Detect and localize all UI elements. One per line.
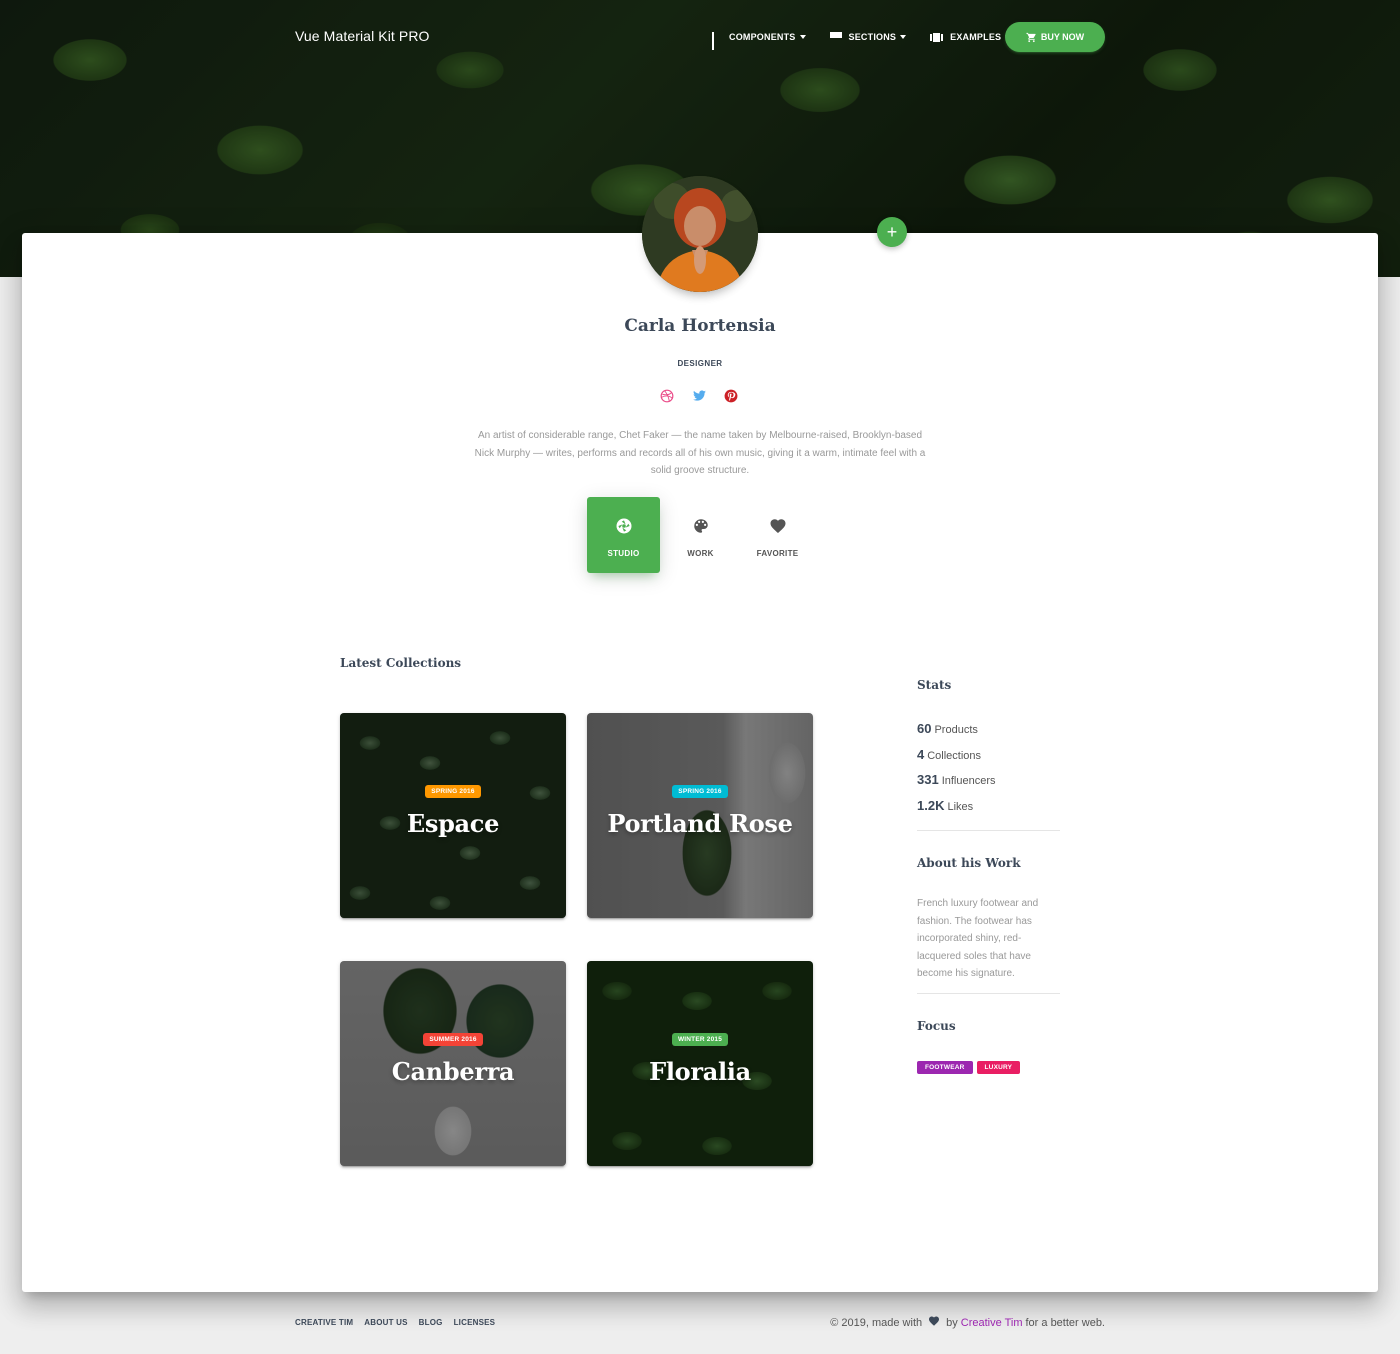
nav-sections-label: SECTIONS — [848, 32, 897, 42]
tab-work-label: WORK — [687, 549, 714, 558]
copyright-by: by — [946, 1316, 958, 1329]
stat-influencers: 331 Influencers — [917, 771, 996, 797]
pinterest-icon[interactable] — [724, 389, 740, 405]
collection-badge: SPRING 2016 — [672, 785, 728, 798]
collection-badge: WINTER 2015 — [671, 1033, 729, 1046]
tab-work[interactable]: WORK — [664, 497, 737, 573]
favorite-icon — [769, 517, 787, 535]
tab-favorite-label: FAVORITE — [756, 549, 799, 558]
dribbble-icon[interactable] — [660, 389, 676, 405]
tag-luxury[interactable]: LUXURY — [976, 1061, 1021, 1074]
nav-menu: COMPONENTS SECTIONS EXAMPLES — [712, 22, 1035, 52]
collection-card-floralia[interactable]: WINTER 2015 Floralia — [587, 961, 813, 1166]
sections-icon — [829, 32, 842, 42]
divider — [917, 993, 1060, 994]
palette-icon — [692, 517, 710, 535]
stats-title: Stats — [917, 678, 952, 692]
buy-now-label: BUY NOW — [1040, 32, 1085, 42]
collection-card-portland-rose[interactable]: SPRING 2016 Portland Rose — [587, 713, 813, 918]
collection-badge: SPRING 2016 — [425, 785, 481, 798]
stat-label: Products — [934, 724, 978, 736]
profile-bio: An artist of considerable range, Chet Fa… — [474, 430, 926, 476]
focus-tags: FOOTWEAR LUXURY — [917, 1061, 1024, 1074]
stat-likes: 1.2K Likes — [917, 797, 996, 823]
stat-collections: 4 Collections — [917, 746, 996, 772]
footer-link-blog[interactable]: BLOG — [419, 1318, 443, 1327]
nav-examples[interactable]: EXAMPLES — [930, 32, 1012, 42]
nav-components[interactable]: COMPONENTS — [712, 32, 806, 50]
avatar — [642, 176, 758, 292]
copyright-prefix: © 2019, made with — [830, 1316, 923, 1329]
about-text: French luxury footwear and fashion. The … — [917, 898, 1039, 979]
nav-components-label: COMPONENTS — [729, 32, 796, 42]
collection-title: Espace — [406, 809, 500, 838]
tab-favorite[interactable]: FAVORITE — [741, 497, 814, 573]
profile-tabs: STUDIO WORK FAVORITE — [587, 497, 818, 573]
copyright-suffix: for a better web. — [1025, 1316, 1106, 1329]
add-button[interactable]: + — [877, 217, 907, 247]
footer-link-about-us[interactable]: ABOUT US — [364, 1318, 407, 1327]
stat-value: 1.2K — [917, 797, 945, 813]
collection-card-canberra[interactable]: SUMMER 2016 Canberra — [340, 961, 566, 1166]
tag-footwear[interactable]: FOOTWEAR — [917, 1061, 973, 1074]
stat-value: 331 — [917, 772, 939, 787]
creative-tim-link[interactable]: Creative Tim — [961, 1317, 1023, 1329]
cart-icon — [1026, 32, 1036, 42]
footer-link-creative-tim[interactable]: CREATIVE TIM — [295, 1318, 353, 1327]
footer-links: CREATIVE TIM ABOUT US BLOG LICENSES — [295, 1318, 506, 1327]
collection-badge: SUMMER 2016 — [423, 1033, 483, 1046]
caret-down-icon — [900, 35, 907, 39]
camera-icon — [615, 517, 633, 535]
stat-value: 60 — [917, 721, 932, 736]
stat-label: Likes — [947, 800, 974, 813]
about-title: About his Work — [917, 856, 1021, 870]
collection-title: Portland Rose — [607, 809, 793, 838]
nav-sections[interactable]: SECTIONS — [829, 32, 907, 42]
focus-title: Focus — [917, 1019, 956, 1033]
profile-name: Carla Hortensia — [624, 316, 776, 336]
collection-title: Floralia — [649, 1057, 751, 1086]
stat-products: 60 Products — [917, 720, 996, 746]
stats-list: 60 Products 4 Collections 331 Influencers 1… — [917, 720, 996, 822]
navbar: Vue Material Kit PRO COMPONENTS SECTIONS… — [0, 0, 1400, 72]
caret-down-icon — [799, 35, 806, 39]
apps-icon — [712, 32, 722, 50]
collections-title: Latest Collections — [340, 656, 462, 670]
divider — [917, 830, 1060, 831]
stat-value: 4 — [917, 746, 925, 762]
profile-role: DESIGNER — [677, 359, 723, 368]
stat-label: Influencers — [941, 775, 996, 787]
twitter-icon[interactable] — [692, 389, 708, 405]
stat-label: Collections — [927, 749, 982, 762]
collection-card-espace[interactable]: SPRING 2016 Espace — [340, 713, 566, 918]
copyright: © 2019, made with by Creative Tim for a … — [830, 1315, 1105, 1330]
tab-studio[interactable]: STUDIO — [587, 497, 660, 573]
brand-link[interactable]: Vue Material Kit PRO — [295, 28, 430, 44]
view-carousel-icon — [930, 32, 944, 42]
heart-icon — [928, 1315, 940, 1330]
buy-now-button[interactable]: BUY NOW — [1005, 22, 1105, 52]
tab-studio-label: STUDIO — [607, 549, 640, 558]
social-links — [660, 389, 756, 405]
nav-examples-label: EXAMPLES — [950, 32, 1002, 42]
collection-title: Canberra — [391, 1057, 515, 1086]
footer-link-licenses[interactable]: LICENSES — [454, 1318, 496, 1327]
